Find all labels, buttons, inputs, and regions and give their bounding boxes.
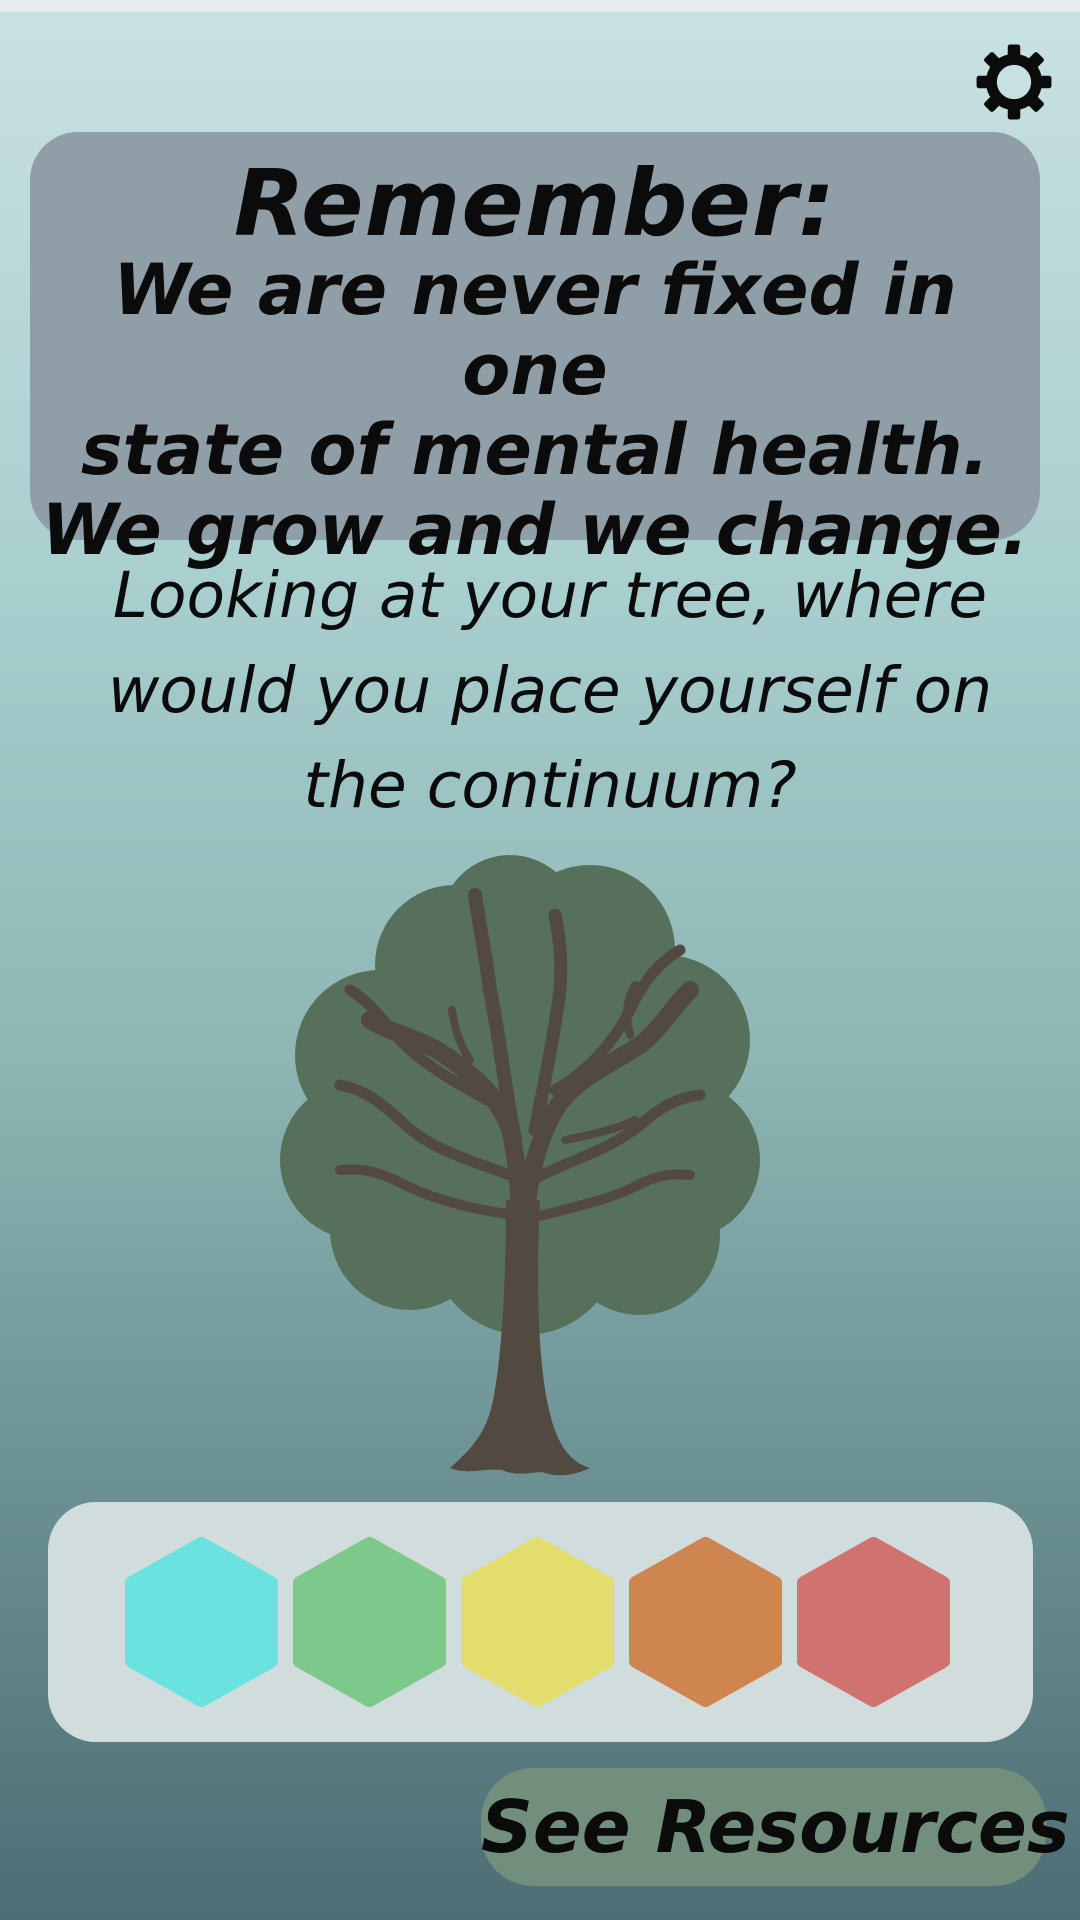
tree-icon [280, 855, 760, 1476]
continuum-option-4[interactable] [628, 1536, 783, 1708]
see-resources-button[interactable]: See Resources [481, 1768, 1070, 1886]
remember-card: Remember: We are never fixed in one stat… [30, 132, 1040, 570]
hexagon-icon [461, 1537, 614, 1707]
top-status-strip [0, 0, 1080, 12]
hexagon-icon [797, 1537, 950, 1707]
continuum-option-1-shape [125, 1537, 278, 1707]
hexagon-icon [125, 1537, 278, 1707]
continuum-option-2-shape [293, 1537, 446, 1707]
continuum-option-3-shape [461, 1537, 614, 1707]
continuum-option-5-shape [797, 1537, 950, 1707]
continuum-option-2[interactable] [292, 1536, 447, 1708]
continuum-option-3[interactable] [460, 1536, 615, 1708]
tree-illustration [270, 840, 790, 1490]
gear-icon [976, 44, 1052, 120]
hexagon-icon [629, 1537, 782, 1707]
remember-title: Remember: [233, 150, 837, 257]
continuum-option-1[interactable] [124, 1536, 279, 1708]
settings-button[interactable] [975, 43, 1053, 121]
continuum-option-4-shape [629, 1537, 782, 1707]
continuum-question: Looking at your tree, where would you pl… [107, 559, 993, 822]
continuum-option-5[interactable] [796, 1536, 951, 1708]
remember-message: We are never fixed in one state of menta… [41, 249, 1029, 571]
continuum-selector [48, 1502, 1033, 1742]
hexagon-icon [293, 1537, 446, 1707]
